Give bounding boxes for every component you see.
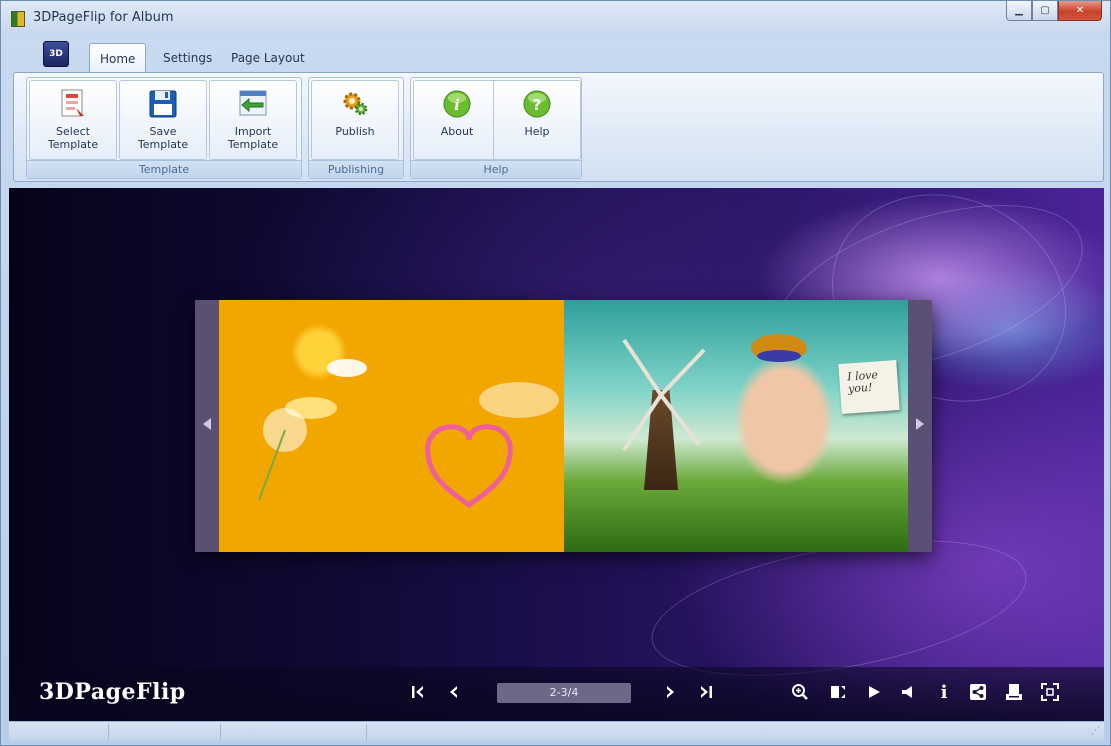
help-label: Help (524, 125, 550, 138)
group-template: Select Template Save Template Import Tem… (26, 77, 302, 179)
save-template-label: Save Template (137, 125, 189, 151)
resize-grip-icon[interactable]: ⋰ (1091, 726, 1100, 736)
flipbook-toolbar: 3DPageFlip 2-3/4 i (9, 667, 1104, 721)
flipbook[interactable]: I love you! (195, 300, 932, 552)
publish-label: Publish (335, 125, 375, 138)
about-info-icon: i (440, 87, 474, 121)
ribbon-tab-strip: 3D Home Settings Page Layout (9, 35, 1104, 73)
select-template-button[interactable]: Select Template (29, 80, 117, 160)
status-segment (9, 724, 109, 740)
save-floppy-icon (146, 87, 180, 121)
import-template-button[interactable]: Import Template (209, 80, 297, 160)
autoplay-icon[interactable] (863, 681, 885, 703)
status-bar: ⋰ (9, 721, 1104, 741)
title-bar[interactable]: 3DPageFlip for Album ▁ ▢ ✕ (1, 1, 1110, 35)
last-page-icon[interactable] (695, 681, 717, 703)
info-icon[interactable]: i (933, 681, 955, 703)
help-question-icon: ? (520, 87, 554, 121)
tab-page-layout[interactable]: Page Layout (221, 43, 315, 73)
minimize-icon[interactable]: ▁ (1006, 1, 1032, 21)
group-help: i About ? Help Help (410, 77, 582, 179)
next-page-arrow-icon[interactable] (916, 418, 924, 430)
prev-page-icon[interactable] (443, 681, 465, 703)
import-template-label: Import Template (227, 125, 279, 151)
close-icon[interactable]: ✕ (1058, 1, 1102, 21)
about-label: About (440, 125, 474, 138)
fullscreen-icon[interactable] (1039, 681, 1061, 703)
select-template-icon (56, 87, 90, 121)
group-help-label: Help (411, 160, 581, 178)
print-icon[interactable] (1003, 681, 1025, 703)
publish-button[interactable]: Publish (311, 80, 399, 160)
next-page-icon[interactable] (659, 681, 681, 703)
group-template-label: Template (27, 160, 301, 178)
save-template-button[interactable]: Save Template (119, 80, 207, 160)
prev-page-arrow-icon[interactable] (203, 418, 211, 430)
svg-text:?: ? (533, 96, 542, 114)
maximize-icon[interactable]: ▢ (1032, 1, 1058, 21)
share-icon[interactable] (967, 681, 989, 703)
window-title: 3DPageFlip for Album (33, 10, 174, 25)
flipbook-preview-stage: I love you! 3DPageFlip 2-3/4 i (9, 188, 1104, 721)
group-publishing: Publish Publishing (308, 77, 404, 179)
window-controls: ▁ ▢ ✕ (1006, 1, 1102, 21)
about-button[interactable]: i About (413, 80, 501, 160)
publish-gears-icon (338, 87, 372, 121)
thumbnails-icon[interactable] (827, 681, 849, 703)
ribbon-panel: Select Template Save Template Import Tem… (13, 72, 1104, 182)
tab-home[interactable]: Home (89, 43, 147, 73)
love-note: I love you! (838, 360, 900, 414)
left-page-illustration (258, 359, 559, 509)
select-template-label: Select Template (47, 125, 99, 151)
status-segment (109, 724, 221, 740)
status-segment (221, 724, 367, 740)
help-button[interactable]: ? Help (493, 80, 581, 160)
group-publishing-label: Publishing (309, 160, 403, 178)
tab-settings[interactable]: Settings (153, 43, 222, 73)
right-page-illustration (622, 334, 807, 452)
brand-logo-text: 3DPageFlip (39, 679, 186, 705)
sound-icon[interactable] (897, 681, 919, 703)
first-page-icon[interactable] (407, 681, 429, 703)
import-arrow-icon (236, 87, 270, 121)
app-menu-button[interactable]: 3D (43, 41, 69, 67)
book-page-right[interactable]: I love you! (564, 300, 908, 552)
app-window: 3DPageFlip for Album ▁ ▢ ✕ 3D Home Setti… (0, 0, 1111, 746)
book-page-left[interactable] (219, 300, 564, 552)
svg-text:i: i (454, 96, 460, 114)
app-book-icon (11, 11, 25, 27)
love-note-text: I love you! (846, 368, 879, 396)
zoom-in-icon[interactable] (789, 681, 811, 703)
page-number-field[interactable]: 2-3/4 (497, 683, 631, 703)
